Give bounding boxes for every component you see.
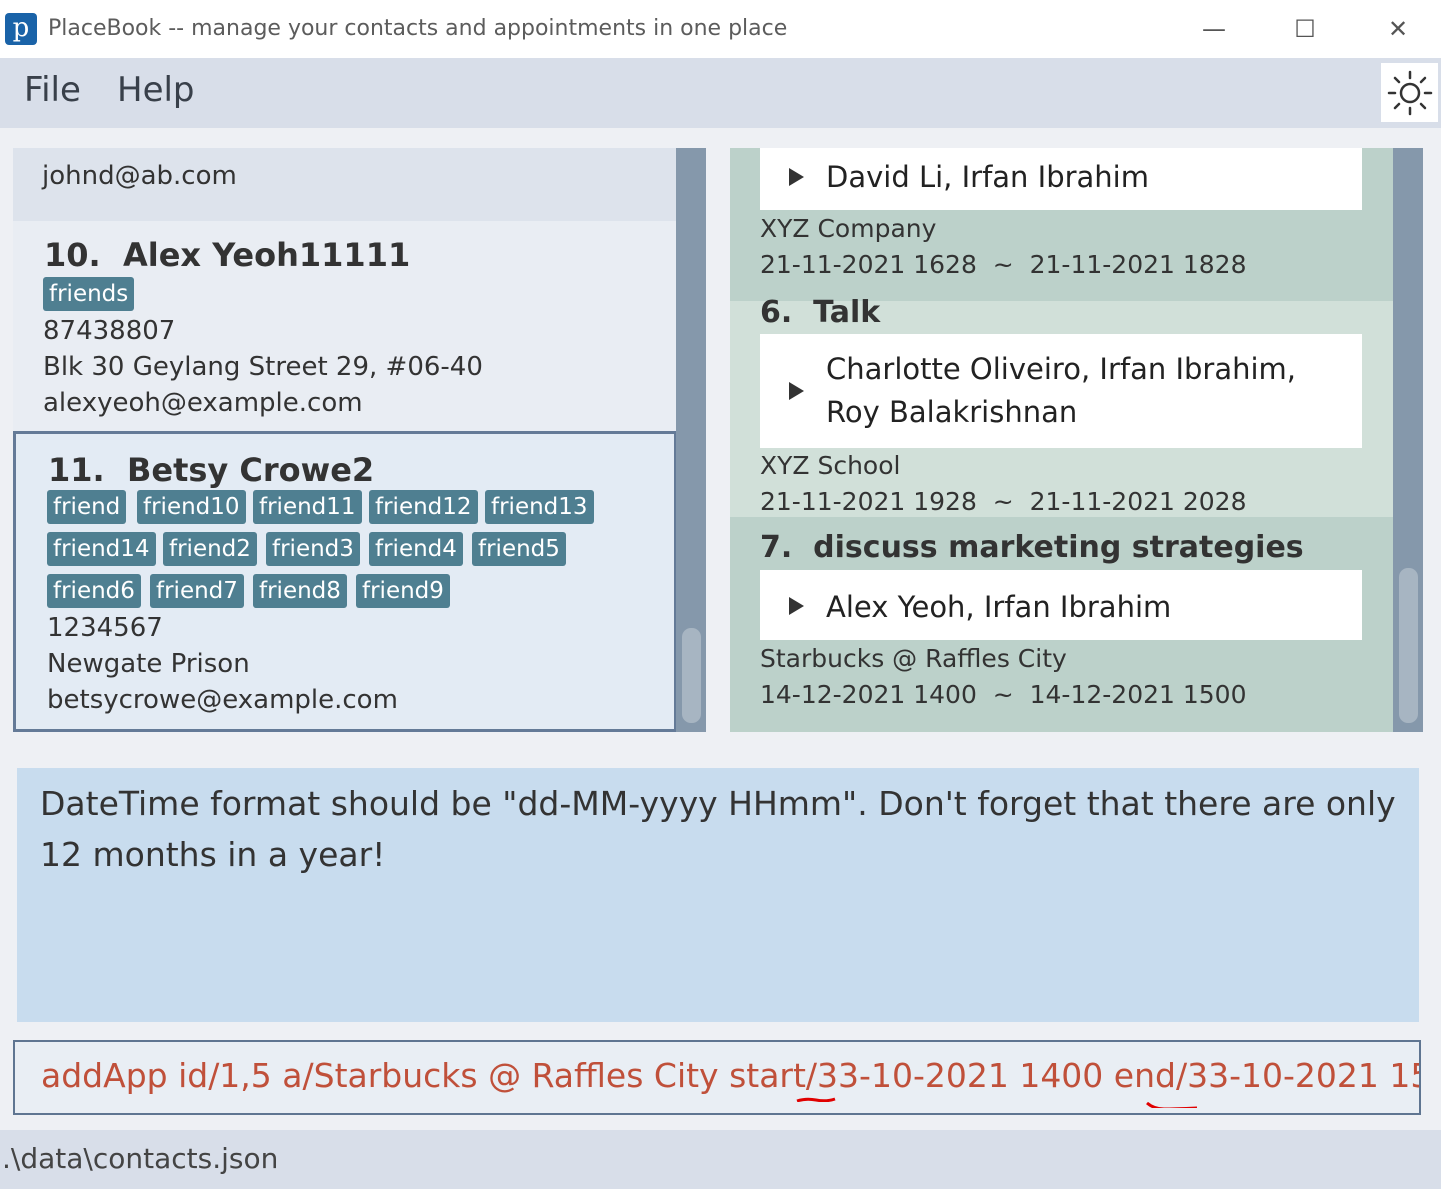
appointment-end: 14-12-2021 1500: [1029, 680, 1247, 709]
menu-file[interactable]: File: [24, 70, 81, 110]
contact-list-scroll-thumb[interactable]: [682, 628, 701, 723]
contact-card[interactable]: 10. Alex Yeoh11111 friends 87438807 Blk …: [13, 221, 677, 432]
contact-card-selected[interactable]: 11. Betsy Crowe2 friend friend10 friend1…: [13, 431, 677, 732]
contact-email: johnd@ab.com: [42, 161, 237, 191]
appointment-people-dropdown[interactable]: David Li, Irfan Ibrahim: [760, 148, 1362, 210]
maximize-icon: ☐: [1294, 15, 1316, 43]
menu-bar: [0, 58, 1441, 128]
appointment-card[interactable]: 6. Talk Charlotte Oliveiro, Irfan Ibrahi…: [730, 295, 1393, 517]
range-separator: ~: [992, 487, 1014, 516]
range-separator: ~: [992, 250, 1014, 279]
contact-tag: friend12: [369, 490, 478, 524]
appointment-people: Alex Yeoh, Irfan Ibrahim: [826, 590, 1172, 624]
contact-index: 11.: [48, 451, 105, 489]
appointment-location: Starbucks @ Raffles City: [760, 644, 1067, 673]
menu-help[interactable]: Help: [117, 70, 195, 110]
close-icon: ✕: [1387, 15, 1409, 43]
contact-tag: friend7: [150, 574, 244, 608]
expand-arrow-icon[interactable]: [789, 597, 804, 615]
appointment-location: XYZ School: [760, 451, 901, 480]
contact-tag: friend11: [253, 490, 362, 524]
spellcheck-underline: [1146, 1102, 1197, 1108]
contact-tag: friend8: [253, 574, 347, 608]
range-separator: ~: [992, 680, 1014, 709]
contact-address: Blk 30 Geylang Street 29, #06-40: [43, 352, 483, 382]
status-file-path: .\data\contacts.json: [2, 1142, 279, 1175]
window-title: PlaceBook -- manage your contacts and ap…: [48, 16, 788, 41]
contact-tag: friend13: [485, 490, 594, 524]
command-input-text[interactable]: addApp id/1,5 a/Starbucks @ Raffles City…: [41, 1056, 1419, 1095]
contact-phone: 87438807: [43, 316, 176, 346]
appointment-list-scroll-thumb[interactable]: [1399, 568, 1418, 723]
minimize-button[interactable]: —: [1192, 10, 1236, 48]
contact-tag: friend9: [356, 574, 450, 608]
sun-icon: [1387, 70, 1433, 116]
contact-address: Newgate Prison: [47, 649, 250, 679]
contact-email: alexyeoh@example.com: [43, 388, 363, 418]
contact-phone: 1234567: [47, 613, 163, 643]
appointment-index: 6.: [760, 295, 793, 330]
contact-tag: friend10: [137, 490, 246, 524]
appointment-time: 21-11-2021 1928 ~ 21-11-2021 2028: [760, 487, 1246, 516]
appointment-people: David Li, Irfan Ibrahim: [826, 160, 1149, 194]
command-input[interactable]: addApp id/1,5 a/Starbucks @ Raffles City…: [13, 1040, 1421, 1115]
contact-tag: friend5: [472, 532, 566, 566]
contact-tag: friends: [43, 277, 135, 311]
appointment-title: 7. discuss marketing strategies: [760, 530, 1304, 565]
close-button[interactable]: ✕: [1376, 10, 1420, 48]
expand-arrow-icon[interactable]: [789, 168, 804, 186]
contact-name-text: Betsy Crowe2: [126, 451, 375, 489]
appointment-title: 6. Talk: [760, 295, 880, 330]
contact-tag: friend6: [47, 574, 141, 608]
contact-tag: friend2: [163, 532, 257, 566]
app-icon: p: [5, 13, 37, 45]
contact-email: betsycrowe@example.com: [47, 685, 398, 715]
appointment-location: XYZ Company: [760, 214, 937, 243]
contact-tag: friend: [47, 490, 127, 524]
contact-tag: friend4: [369, 532, 463, 566]
maximize-button[interactable]: ☐: [1283, 10, 1327, 48]
appointment-start: 21-11-2021 1628: [760, 250, 977, 279]
appointment-time: 14-12-2021 1400 ~ 14-12-2021 1500: [760, 680, 1246, 709]
appointment-people: Charlotte Oliveiro, Irfan Ibrahim,: [826, 352, 1297, 386]
appointment-index: 7.: [760, 530, 793, 565]
contact-tag: friend14: [47, 532, 156, 566]
appointment-end: 21-11-2021 1828: [1029, 250, 1247, 279]
appointment-end: 21-11-2021 2028: [1029, 487, 1247, 516]
appointment-title-text: Talk: [813, 295, 881, 330]
contact-tag: friend3: [266, 532, 360, 566]
contact-name: 11. Betsy Crowe2: [48, 451, 374, 489]
appointment-start: 14-12-2021 1400: [760, 680, 977, 709]
theme-toggle-button[interactable]: [1381, 63, 1438, 122]
contact-index: 10.: [44, 236, 101, 274]
appointment-title-text: discuss marketing strategies: [813, 530, 1304, 565]
appointment-card[interactable]: 7. discuss marketing strategies Alex Yeo…: [730, 517, 1393, 732]
contact-name-text: Alex Yeoh11111: [122, 236, 411, 274]
appointment-people-dropdown[interactable]: Alex Yeoh, Irfan Ibrahim: [760, 570, 1362, 640]
contact-card[interactable]: johnd@ab.com: [13, 148, 677, 221]
result-message: DateTime format should be "dd-MM-yyyy HH…: [40, 784, 1396, 874]
expand-arrow-icon[interactable]: [789, 382, 804, 400]
appointment-people: Roy Balakrishnan: [826, 395, 1078, 429]
appointment-start: 21-11-2021 1928: [760, 487, 977, 516]
appointment-card[interactable]: David Li, Irfan Ibrahim XYZ Company 21-1…: [730, 148, 1393, 301]
appointment-people-dropdown[interactable]: Charlotte Oliveiro, Irfan Ibrahim, Roy B…: [760, 334, 1362, 448]
spellcheck-underline: [796, 1097, 836, 1102]
appointment-time: 21-11-2021 1628 ~ 21-11-2021 1828: [760, 250, 1246, 279]
minimize-icon: —: [1202, 15, 1226, 43]
contact-name: 10. Alex Yeoh11111: [44, 236, 410, 274]
